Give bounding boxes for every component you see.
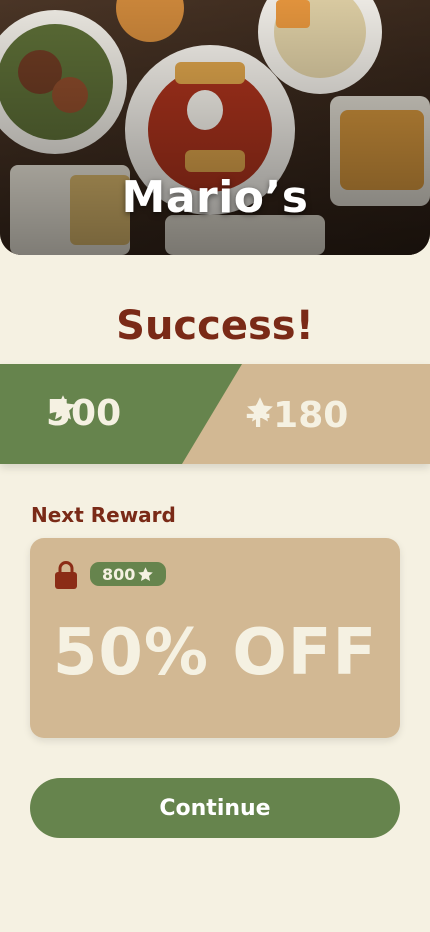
points-banner: 500 +180	[0, 364, 430, 464]
next-reward-label: Next Reward	[31, 503, 176, 527]
restaurant-name: Mario’s	[121, 172, 309, 223]
star-icon	[138, 566, 154, 581]
earned-points: +180	[243, 395, 348, 436]
hero-image: Mario’s	[0, 0, 430, 255]
next-reward-card[interactable]: 800 50% OFF	[30, 538, 400, 738]
lock-icon	[55, 561, 77, 589]
current-points: 500	[46, 393, 121, 434]
reward-cost-badge: 800	[90, 562, 167, 586]
reward-cost-value: 800	[102, 564, 136, 584]
success-title: Success!	[116, 303, 314, 349]
star-icon	[247, 397, 273, 422]
reward-description: 50% OFF	[52, 616, 378, 690]
continue-button[interactable]: Continue	[30, 778, 400, 838]
star-icon	[50, 395, 76, 420]
